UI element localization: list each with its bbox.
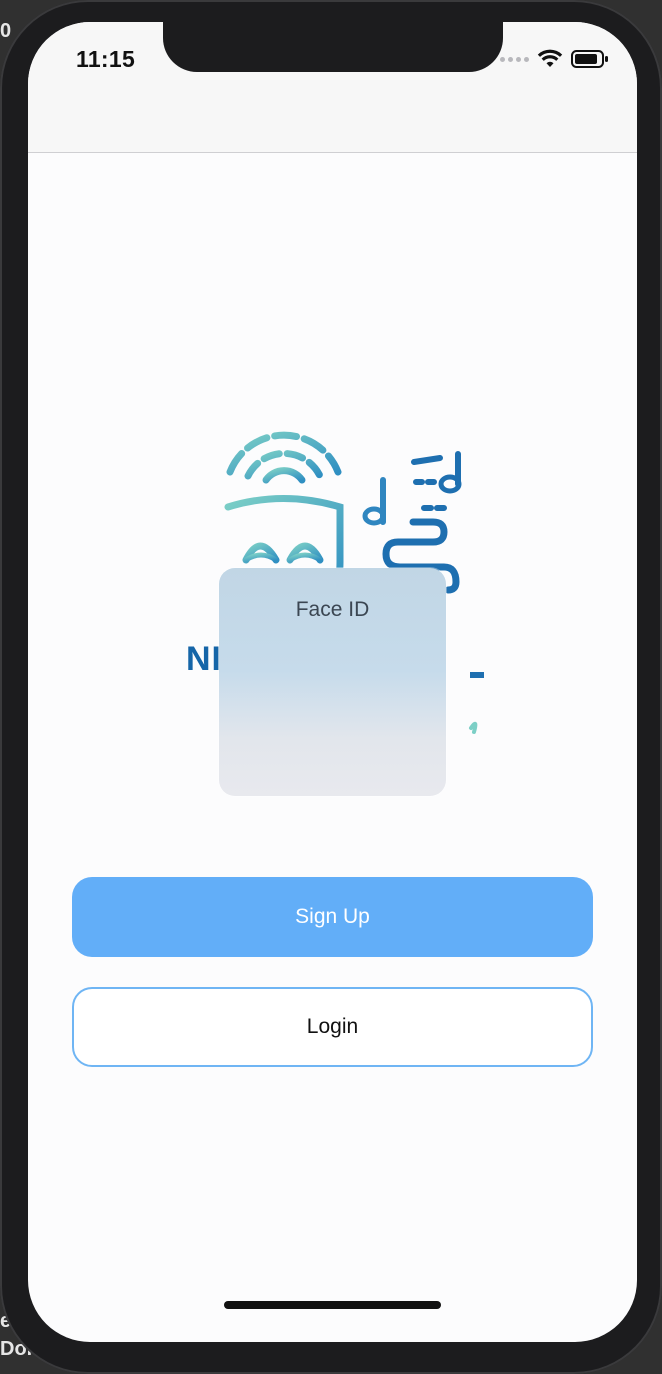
device-notch xyxy=(163,22,503,72)
status-bar-time: 11:15 xyxy=(76,46,136,72)
wifi-icon xyxy=(537,49,563,67)
login-button[interactable]: Login xyxy=(72,987,593,1067)
battery-icon xyxy=(571,50,608,68)
cellular-signal-icon xyxy=(500,56,529,62)
home-indicator[interactable] xyxy=(224,1301,441,1309)
face-id-dialog: Face ID xyxy=(219,568,446,796)
status-bar-indicators xyxy=(500,49,609,69)
sign-up-button[interactable]: Sign Up xyxy=(72,877,593,957)
app-screen: 11:15 NI Face ID Sign Up Login xyxy=(28,22,637,1342)
device-frame: 11:15 NI Face ID Sign Up Login xyxy=(0,0,662,1374)
login-label: Login xyxy=(306,1015,359,1038)
sign-up-label: Sign Up xyxy=(295,905,370,928)
background-text-fragment: 0 xyxy=(0,20,12,42)
face-id-title: Face ID xyxy=(295,598,370,621)
